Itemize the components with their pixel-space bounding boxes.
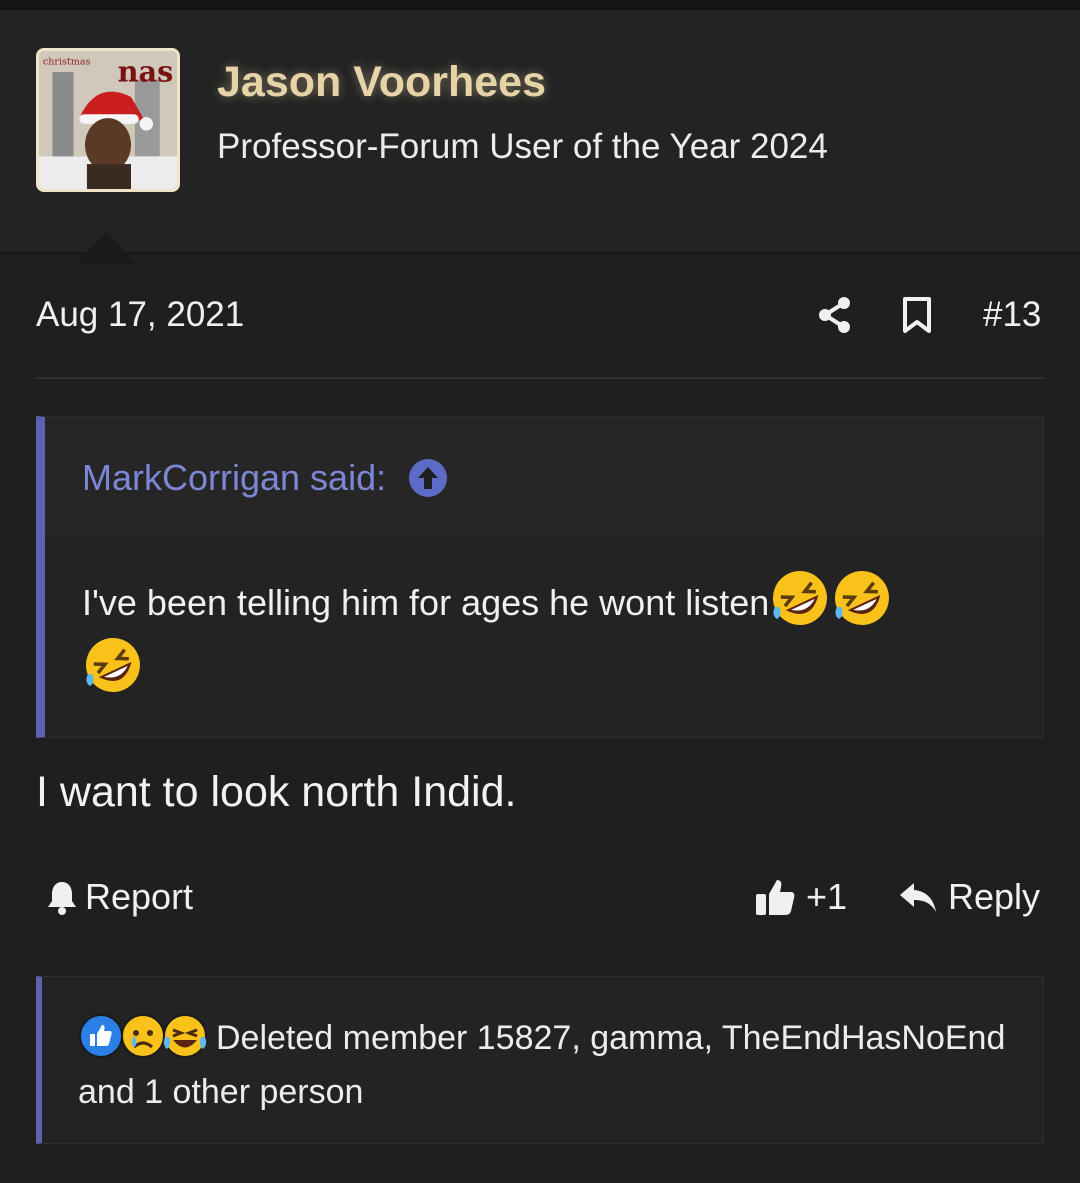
avatar-image: christmas nas bbox=[39, 51, 177, 189]
quote-body: I've been telling him for ages he wont l… bbox=[82, 582, 770, 623]
arrow-up-circle-icon[interactable] bbox=[408, 458, 448, 498]
forum-post-page: christmas nas Jason Voorhees Professor-F… bbox=[0, 0, 1080, 1183]
quote-header: MarkCorrigan said: bbox=[45, 417, 1043, 535]
quote-block: MarkCorrigan said: I've been telling him… bbox=[36, 416, 1044, 738]
bell-icon bbox=[48, 882, 76, 915]
reactions-summary: Deleted member 15827, gamma, TheEndHasNo… bbox=[78, 1011, 1018, 1119]
reactions-users[interactable]: Deleted member 15827, gamma, TheEndHasNo… bbox=[78, 1019, 1005, 1111]
rofl-emoji-icon bbox=[773, 571, 828, 625]
report-label: Report bbox=[85, 876, 194, 917]
quote-text: I've been telling him for ages he wont l… bbox=[82, 567, 1012, 701]
sad-icon bbox=[121, 1014, 165, 1058]
like-count: +1 bbox=[806, 876, 848, 917]
top-strip bbox=[0, 0, 1080, 10]
share-button[interactable] bbox=[817, 296, 853, 334]
svg-text:nas: nas bbox=[118, 55, 174, 89]
quote-author-link[interactable]: MarkCorrigan said: bbox=[82, 457, 448, 499]
user-avatar[interactable]: christmas nas bbox=[36, 48, 180, 192]
rofl-emoji-icon bbox=[835, 571, 890, 625]
reaction-icons bbox=[78, 1013, 208, 1059]
post-date[interactable]: Aug 17, 2021 bbox=[36, 295, 244, 335]
reply-arrow-icon bbox=[900, 883, 936, 912]
username[interactable]: Jason Voorhees bbox=[217, 58, 546, 107]
post-number-link[interactable]: #13 bbox=[983, 295, 1041, 335]
divider bbox=[36, 377, 1044, 379]
user-header: christmas nas Jason Voorhees Professor-F… bbox=[0, 10, 1080, 264]
reactions-bar[interactable]: Deleted member 15827, gamma, TheEndHasNo… bbox=[36, 976, 1044, 1144]
quote-author-label: MarkCorrigan said: bbox=[82, 457, 387, 498]
reply-button[interactable]: Reply bbox=[898, 876, 1040, 918]
bookmark-button[interactable] bbox=[900, 296, 934, 334]
laugh-cry-icon bbox=[163, 1014, 207, 1058]
post-body: I want to look north Indid. bbox=[36, 768, 517, 816]
header-pointer bbox=[76, 232, 136, 264]
bookmark-icon bbox=[903, 297, 931, 333]
share-icon bbox=[819, 297, 850, 333]
rofl-emoji-icon bbox=[86, 638, 140, 692]
reply-label: Reply bbox=[948, 876, 1041, 917]
like-button[interactable]: +1 bbox=[754, 876, 847, 918]
report-button[interactable]: Report bbox=[45, 876, 193, 918]
thumbs-up-icon bbox=[756, 880, 795, 915]
user-title: Professor-Forum User of the Year 2024 bbox=[217, 127, 828, 166]
like-icon bbox=[79, 1014, 123, 1058]
svg-text:christmas: christmas bbox=[43, 56, 91, 67]
